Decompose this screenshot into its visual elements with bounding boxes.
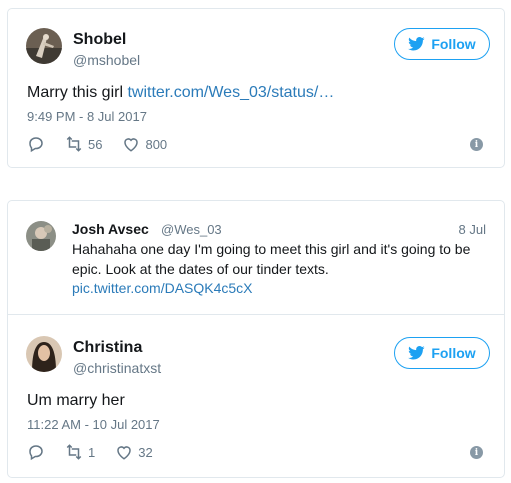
bird-icon [408, 37, 425, 51]
user-handle[interactable]: @christinatxst [73, 360, 161, 376]
heart-icon [117, 446, 131, 460]
quoted-user-name[interactable]: Josh Avsec [72, 221, 149, 237]
quoted-text-line-1: Hahahaha one day I'm going to meet this … [72, 241, 471, 257]
retweet-count: 56 [88, 136, 103, 152]
retweet-button[interactable]: 56 [65, 135, 102, 153]
like-count: 800 [145, 136, 168, 152]
retweet-icon [66, 444, 82, 460]
follow-button[interactable]: Follow [394, 28, 490, 60]
retweet-count: 1 [88, 444, 96, 460]
tweet-body: Marry this girl [27, 84, 128, 101]
reply-button[interactable] [27, 135, 45, 153]
heart-icon [124, 138, 139, 152]
bird-icon [408, 346, 425, 360]
avatar[interactable] [26, 221, 56, 251]
reply-button[interactable] [27, 443, 45, 461]
retweet-button[interactable]: 1 [65, 443, 95, 461]
follow-button[interactable]: Follow [394, 337, 490, 369]
quoted-date[interactable]: 8 Jul [459, 222, 486, 237]
quoted-tweet[interactable]: Josh Avsec @Wes_03 8 Jul Hahahaha one da… [8, 201, 504, 315]
action-bar: 1 32 [27, 443, 173, 461]
like-button[interactable]: 800 [122, 135, 167, 153]
tweet-card-shobel: Shobel @mshobel Follow Marry this girl t… [7, 8, 505, 168]
follow-label: Follow [431, 345, 476, 361]
info-icon[interactable]: i [470, 138, 483, 151]
avatar[interactable] [26, 336, 62, 372]
timestamp[interactable]: 11:22 AM - 10 Jul 2017 [27, 417, 160, 432]
tweet-card-christina: Josh Avsec @Wes_03 8 Jul Hahahaha one da… [7, 200, 505, 478]
tweet-text: Marry this girl twitter.com/Wes_03/statu… [27, 84, 334, 102]
action-bar: 56 800 [27, 135, 187, 153]
tweet-text: Um marry her [27, 392, 125, 409]
info-icon[interactable]: i [470, 446, 483, 459]
status-link[interactable]: twitter.com/Wes_03/status/… [127, 84, 334, 101]
timestamp[interactable]: 9:49 PM - 8 Jul 2017 [27, 109, 147, 124]
follow-label: Follow [431, 36, 476, 52]
like-count: 32 [138, 444, 153, 460]
quoted-text-line-2: epic. Look at the dates of our tinder te… [72, 261, 329, 277]
user-name[interactable]: Shobel [73, 31, 126, 49]
quoted-user-handle[interactable]: @Wes_03 [161, 222, 222, 237]
reply-icon [29, 137, 43, 153]
like-button[interactable]: 32 [115, 443, 153, 461]
avatar[interactable] [26, 28, 62, 64]
reply-icon [29, 445, 43, 461]
user-name[interactable]: Christina [73, 339, 142, 357]
user-handle[interactable]: @mshobel [73, 52, 140, 68]
retweet-icon [66, 136, 82, 152]
quoted-pic-link[interactable]: pic.twitter.com/DASQK4c5cX [72, 280, 253, 296]
